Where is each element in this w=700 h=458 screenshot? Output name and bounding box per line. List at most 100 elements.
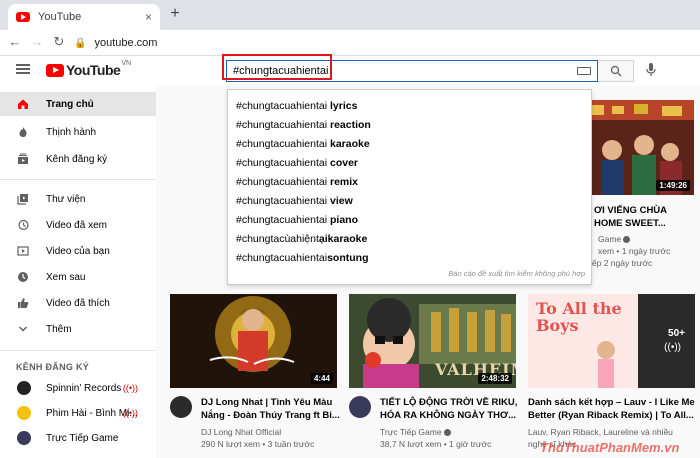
channel-avatar[interactable] (349, 396, 371, 418)
lock-icon: 🔒 (74, 37, 87, 49)
sidebar-item-home[interactable]: Trang chủ (0, 92, 156, 116)
search-suggestion[interactable]: #chungtacuahientai karaoke (236, 138, 370, 150)
video-thumbnail[interactable]: To All the Boys 50+ ((•)) (528, 294, 695, 388)
video-thumbnail[interactable]: VALHEIM 2:48:32 (349, 294, 516, 388)
close-icon[interactable]: × (145, 10, 152, 24)
suggestion-suffix: reaction (327, 119, 371, 131)
suggestion-suffix: karaoke (327, 138, 370, 150)
your-videos-icon (17, 245, 29, 257)
search-button[interactable] (598, 60, 634, 82)
reload-icon[interactable]: ↻ (50, 34, 68, 50)
menu-icon[interactable] (16, 64, 30, 74)
live-icon: ((•)) (122, 383, 138, 393)
sidebar-item-your-videos[interactable]: Video của bạn (0, 239, 156, 263)
report-suggestions-link[interactable]: Báo cáo đề xuất tìm kiếm không phù hợp (448, 269, 585, 278)
browser-tab[interactable]: YouTube × (8, 4, 160, 30)
watermark: ThuThuatPhanMem.vn (540, 440, 680, 455)
sidebar-item-liked-videos[interactable]: Video đã thích (0, 291, 156, 315)
search-suggestion[interactable]: #chungtacuahientai piano (236, 214, 358, 226)
search-suggestion[interactable]: #chungtacuahientai cover (236, 157, 358, 169)
sidebar-item-trending[interactable]: Thịnh hành (0, 120, 156, 144)
video-channel[interactable]: Trực Tiếp Game (380, 426, 520, 438)
video-duration: 1:49:26 (656, 180, 690, 191)
channel-avatar (17, 381, 31, 395)
video-channel[interactable]: Game (598, 233, 698, 245)
youtube-header: YouTube VN #chungtacuahientai (0, 56, 700, 86)
suggestion-prefix: #chungtacùahiệnt (236, 233, 319, 245)
suggestion-prefix: #chungtacuahientai (236, 176, 328, 188)
browser-tab-bar: YouTube × + (0, 0, 700, 30)
playlist-count: 50+ (668, 328, 685, 339)
keyboard-icon[interactable] (577, 67, 591, 75)
sidebar-divider (0, 350, 156, 351)
tab-title: YouTube (38, 11, 82, 23)
youtube-play-icon (46, 63, 64, 77)
sidebar-item-subscriptions[interactable]: Kênh đăng ký (0, 147, 156, 171)
sidebar: Trang chủ Thịnh hành Kênh đăng ký Thư vi… (0, 90, 156, 458)
library-icon (17, 193, 29, 205)
channel-name: Trực Tiếp Game (380, 427, 442, 437)
suggestion-suffix: lyrics (327, 100, 358, 112)
channel-label: Spinnin' Records (46, 382, 122, 394)
url-text: youtube.com (94, 37, 158, 49)
thumbs-up-icon (17, 297, 29, 309)
thumbnail-caption: To All the Boys (536, 299, 622, 335)
search-icon (610, 65, 621, 77)
video-thumbnail[interactable]: 1:49:26 (582, 100, 694, 195)
video-title[interactable]: HÓA RA KHÔNG NGÀY THƠ... (380, 409, 520, 422)
sidebar-channel-truc-tiep-game[interactable]: Trực Tiếp Game (0, 426, 156, 450)
channel-avatar[interactable] (170, 396, 192, 418)
verified-icon (443, 429, 451, 437)
video-title[interactable]: HOME SWEET... (594, 217, 694, 230)
search-suggestion[interactable]: #chungtacuahientaisontung (236, 252, 368, 264)
search-suggestion[interactable]: #chungtacuahientai reaction (236, 119, 371, 131)
video-title[interactable]: DJ Long Nhat | Tình Yêu Màu (201, 396, 341, 409)
search-suggestion[interactable]: #chungtacuahientai view (236, 195, 353, 207)
forward-arrow-icon[interactable]: → (28, 34, 46, 49)
video-meta: 290 N lượt xem • 3 tuần trước (201, 439, 315, 449)
url-omnibox[interactable]: 🔒 youtube.com (74, 33, 694, 53)
video-channel[interactable]: DJ Long Nhat Official (201, 426, 341, 438)
sidebar-channel-spinnin[interactable]: Spinnin' Records ((•)) (0, 376, 156, 400)
sidebar-item-watch-later[interactable]: Xem sau (0, 265, 156, 289)
sidebar-item-label: Video của bạn (46, 245, 110, 257)
video-meta: xem • 1 ngày trước (598, 246, 671, 256)
video-title[interactable]: Nắng - Đoàn Thúy Trang ft Bi... (201, 409, 341, 422)
search-suggestions-dropdown: #chungtacuahientai lyrics #chungtacuahie… (227, 89, 592, 285)
search-suggestion[interactable]: #chungtacuahientai remix (236, 176, 358, 188)
sidebar-item-library[interactable]: Thư viện (0, 187, 156, 211)
youtube-favicon-icon (16, 12, 30, 22)
sidebar-item-label: Kênh đăng ký (46, 153, 108, 165)
channel-avatar (17, 406, 31, 420)
search-suggestion[interactable]: #chungtacùahiệntạikaraoke (236, 233, 367, 245)
sidebar-item-label: Video đã xem (46, 219, 107, 231)
video-title[interactable]: ƠI VIẾNG CHÙA (594, 204, 694, 217)
new-tab-icon[interactable]: + (166, 5, 184, 23)
sidebar-item-label: Thịnh hành (46, 126, 97, 138)
suggestion-suffix: remix (327, 176, 359, 188)
channel-label: Trực Tiếp Game (46, 432, 119, 444)
verified-icon (623, 236, 631, 244)
country-code: VN (121, 60, 132, 67)
suggestion-suffix: sontung (327, 252, 369, 264)
suggestion-prefix: #chungtacuahientai (236, 252, 328, 264)
sidebar-channel-phim-hai[interactable]: Phim Hài - Bình Mi... ((•)) (0, 401, 156, 425)
video-thumbnail[interactable]: 4:44 (170, 294, 337, 388)
video-title[interactable]: Better (Ryan Riback Remix) | To All... (528, 409, 698, 422)
sidebar-divider (0, 179, 156, 180)
microphone-icon[interactable] (646, 63, 656, 80)
video-duration: 4:44 (310, 373, 333, 384)
playlist-icon: ((•)) (664, 342, 681, 353)
sidebar-item-more[interactable]: Thêm (0, 317, 156, 341)
search-suggestion[interactable]: #chungtacuahientai lyrics (236, 100, 357, 112)
video-title[interactable]: TIẾT LỘ ĐỘNG TRỜI VỀ RIKU, (380, 396, 520, 409)
video-meta: 38,7 N lượt xem • 1 giờ trước (380, 439, 492, 449)
suggestion-prefix: #chungtacuahientai (236, 195, 328, 207)
video-channel[interactable]: Lauv, Ryan Riback, Laureline và nhiều (528, 426, 698, 438)
flame-icon (17, 126, 29, 138)
video-title[interactable]: Danh sách kết hợp – Lauv - I Like Me (528, 396, 698, 409)
sidebar-item-history[interactable]: Video đã xem (0, 213, 156, 237)
sidebar-item-label: Thư viện (46, 193, 86, 205)
youtube-logo[interactable]: YouTube VN (46, 60, 132, 78)
back-arrow-icon[interactable]: ← (6, 34, 24, 49)
